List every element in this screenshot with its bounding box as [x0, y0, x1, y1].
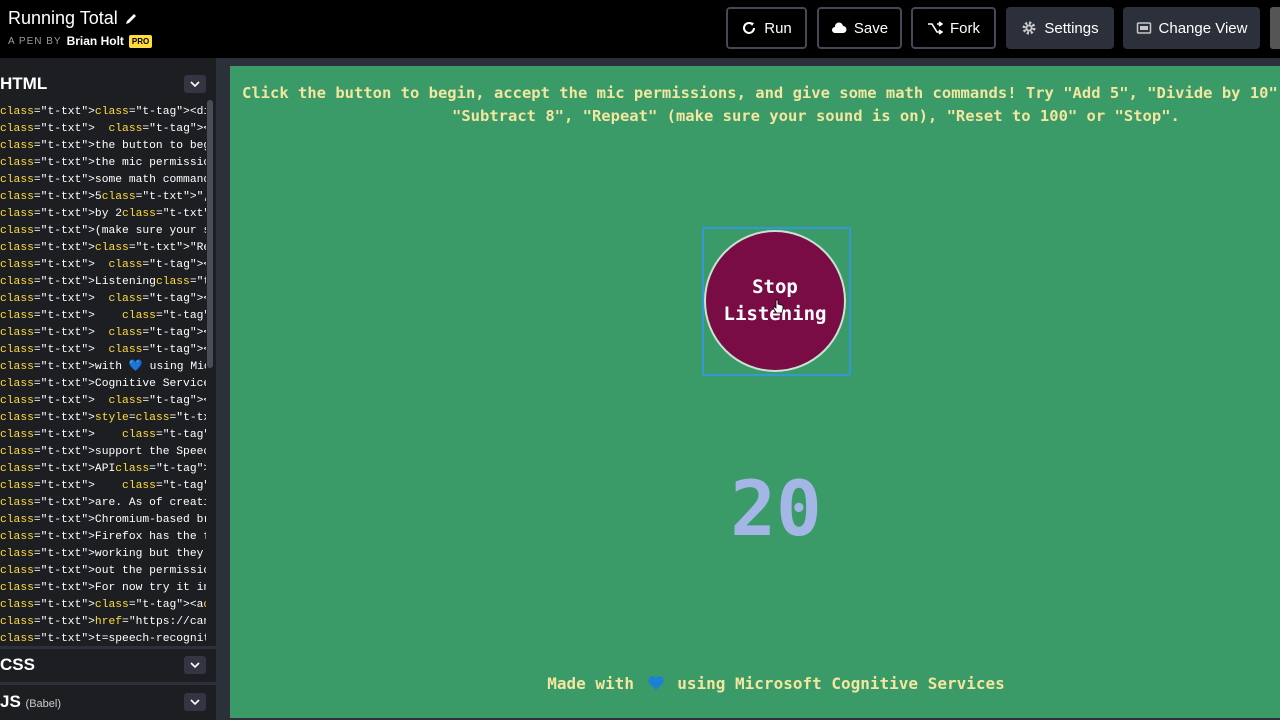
code-line: class="t-txt">the mic permissions, and g… — [0, 157, 206, 169]
code-line: class="t-txt"> class="t-tag"><pclass="t-… — [0, 344, 206, 356]
code-line: class="t-txt">working but they're sortin… — [0, 548, 206, 560]
save-label: Save — [853, 19, 889, 37]
hand-cursor-icon — [772, 299, 784, 314]
code-line: class="t-txt">out the permissions for it… — [0, 565, 206, 577]
css-panel-label: CSS — [0, 655, 35, 674]
code-line: class="t-txt">For now try it in Chrome. … — [0, 582, 206, 594]
code-line: class="t-txt"> class="t-tag"><divclass="… — [0, 395, 206, 407]
code-line: class="t-txt">t=speech-recognition"class… — [0, 633, 206, 644]
avatar[interactable] — [1270, 7, 1280, 49]
code-line: class="t-txt"> class="t-tag"><pclass="t-… — [0, 123, 206, 135]
code-line: class="t-txt">by 2class="t-txt">", "clas… — [0, 208, 206, 220]
pro-badge: PRO — [128, 34, 153, 48]
code-line: class="t-txt">support the SpeechRecognit… — [0, 446, 206, 458]
code-line: class="t-txt">(make sure your sound is o… — [0, 225, 206, 237]
byline: A PEN BY Brian Holt PRO — [8, 34, 153, 48]
css-panel-header[interactable]: CSS — [0, 648, 216, 682]
explain-line-2: "Subtract 8", "Repeat" (make sure your s… — [452, 107, 1180, 125]
explain-line-1: Click the button to begin, accept the mi… — [242, 84, 1280, 102]
editor-resize-handle[interactable] — [216, 58, 230, 720]
code-line: class="t-txt">class="t-txt">"Reset to 10… — [0, 242, 206, 254]
code-line: class="t-txt">class="t-tag"><aclass="t-t… — [0, 599, 206, 611]
cloud-icon — [831, 22, 847, 33]
explain-text: Click the button to begin, accept the mi… — [242, 82, 1280, 128]
fork-icon — [928, 21, 943, 35]
heart-icon — [647, 676, 664, 690]
js-panel-header[interactable]: JS (Babel) — [0, 685, 216, 719]
js-label-text: JS — [0, 692, 21, 711]
code-line: class="t-txt"> class="t-tag"></divclass=… — [0, 327, 206, 339]
pen-header: Running Total A PEN BY Brian Holt PRO Ru… — [0, 0, 1280, 58]
html-editor-scrollbar[interactable] — [207, 100, 213, 368]
toggle-label-line-1: Stop — [752, 276, 798, 298]
html-panel-menu-button[interactable] — [184, 75, 206, 93]
code-line: class="t-txt"> class="t-tag"><divclass="… — [0, 293, 206, 305]
code-line: class="t-txt">5class="t-txt">", "class="… — [0, 191, 206, 203]
code-line: class="t-txt"> class="t-tag"><buttonclas… — [0, 259, 206, 271]
pencil-icon[interactable] — [124, 12, 138, 26]
code-line: class="t-txt">are. As of creation, just — [0, 497, 206, 509]
code-line: class="t-txt">APIclass="t-tag"></h1class… — [0, 463, 206, 475]
code-line: class="t-txt"> class="t-tag"><h1class="t… — [0, 429, 206, 441]
code-line: class="t-txt">class="t-tag"><divclass="t… — [0, 106, 206, 118]
result-preview: Click the button to begin, accept the mi… — [230, 66, 1280, 718]
run-label: Run — [764, 19, 792, 37]
js-panel-menu-button[interactable] — [184, 693, 206, 711]
code-line: class="t-txt">Chromium-based browsers do… — [0, 514, 206, 526]
settings-button[interactable]: Settings — [1006, 7, 1114, 49]
made-with-note: Made with using Microsoft Cognitive Serv… — [230, 674, 1280, 693]
chevron-down-icon — [190, 662, 200, 669]
code-line: class="t-txt">the button to begin, accep… — [0, 140, 206, 152]
code-line: class="t-txt">href="https://caniuse.com/… — [0, 616, 206, 628]
code-line: class="t-txt">style=class="t-txt">"displ… — [0, 412, 206, 424]
code-line: class="t-txt">Firefox has the feature — [0, 531, 206, 543]
change-view-icon — [1136, 22, 1151, 34]
gear-icon — [1022, 21, 1036, 35]
author-link[interactable]: Brian Holt — [67, 34, 124, 48]
js-sub-label: (Babel) — [25, 698, 61, 710]
code-line: class="t-txt"> class="t-tag"><pclass="t-… — [0, 310, 206, 322]
result-resize-strip[interactable] — [230, 58, 1280, 66]
run-button[interactable]: Run — [726, 7, 807, 49]
title-row: Running Total — [8, 8, 138, 29]
code-line: class="t-txt">with 💙 using Microsoft — [0, 361, 206, 373]
fork-button[interactable]: Fork — [911, 7, 996, 49]
made-with-prefix: Made with — [547, 674, 634, 693]
chevron-down-icon — [190, 81, 200, 88]
pen-title[interactable]: Running Total — [8, 8, 118, 29]
byline-prefix: A PEN BY — [8, 35, 62, 47]
code-line: class="t-txt"> class="t-tag"><pclass="t-… — [0, 480, 206, 492]
running-total-value: 20 — [730, 464, 822, 553]
save-button[interactable]: Save — [817, 7, 902, 49]
chevron-down-icon — [190, 699, 200, 706]
fork-label: Fork — [950, 19, 980, 37]
html-code-editor[interactable]: class="t-txt">class="t-tag"><divclass="t… — [0, 104, 206, 644]
code-line: class="t-txt">Cognitive Servicesclass="t… — [0, 378, 206, 390]
change-view-button[interactable]: Change View — [1123, 7, 1260, 49]
code-line: class="t-txt">Listeningclass="t-tag"></b… — [0, 276, 206, 288]
html-panel-label: HTML — [0, 74, 48, 93]
change-view-label: Change View — [1158, 19, 1248, 37]
run-icon — [743, 22, 756, 34]
made-with-suffix: using Microsoft Cognitive Services — [677, 674, 1005, 693]
code-line: class="t-txt">some math commands! Try "A… — [0, 174, 206, 186]
css-panel-menu-button[interactable] — [184, 656, 206, 674]
html-panel-header[interactable]: HTML — [0, 67, 216, 101]
settings-label: Settings — [1044, 19, 1099, 37]
js-panel-label: JS (Babel) — [0, 692, 61, 712]
